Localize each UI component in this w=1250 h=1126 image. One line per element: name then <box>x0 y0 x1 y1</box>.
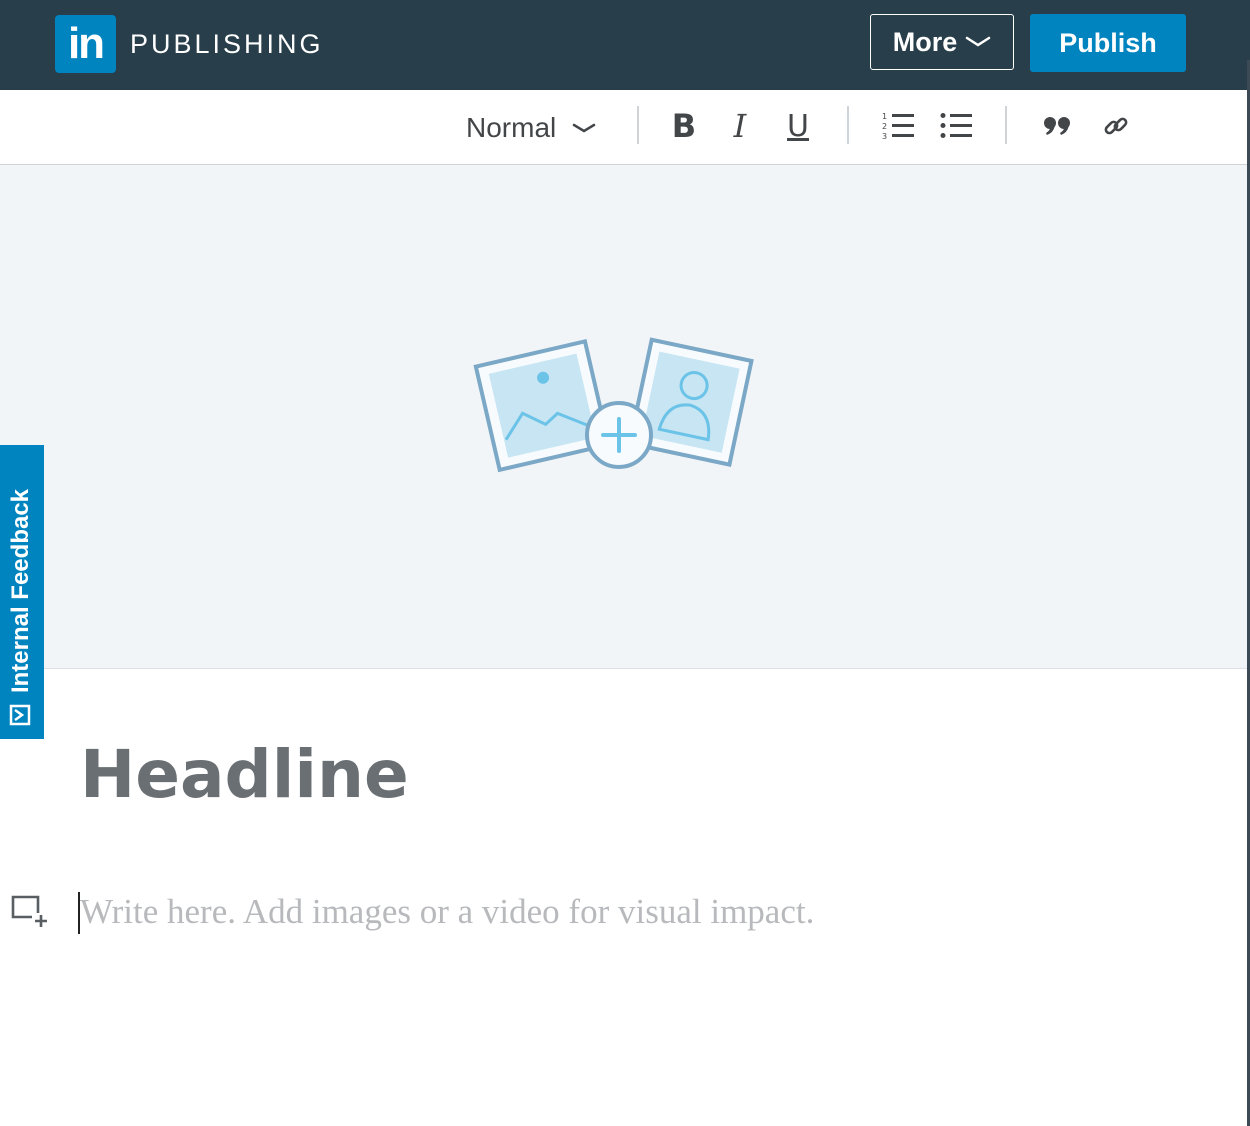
add-image-icon <box>473 337 754 473</box>
quote-icon <box>1044 117 1070 135</box>
top-bar: in PUBLISHING More Publish <box>0 0 1250 90</box>
svg-text:2: 2 <box>882 122 887 131</box>
internal-feedback-tab[interactable]: Internal Feedback <box>0 445 44 739</box>
toolbar-divider <box>847 106 849 144</box>
link-icon <box>1104 117 1128 135</box>
add-media-icon <box>11 895 47 927</box>
toolbar-divider <box>1005 106 1007 144</box>
add-media-button[interactable] <box>10 893 50 934</box>
feedback-icon <box>9 704 31 726</box>
publish-button[interactable]: Publish <box>1030 14 1186 72</box>
quote-button[interactable] <box>1038 106 1078 146</box>
chevron-down-icon <box>966 36 991 47</box>
chevron-down-icon <box>572 123 596 133</box>
bold-button[interactable]: B <box>664 106 704 146</box>
headline-input[interactable]: Headline <box>80 735 409 815</box>
toolbar-divider <box>637 106 639 144</box>
formatting-toolbar: Normal B I U 1 2 3 <box>0 90 1248 165</box>
linkedin-logo[interactable]: in <box>55 15 116 73</box>
brand-title: PUBLISHING <box>130 29 324 59</box>
numbered-list-button[interactable]: 1 2 3 <box>878 106 918 146</box>
bulleted-list-button[interactable] <box>936 106 976 146</box>
article-body-input[interactable]: Write here. Add images or a video for vi… <box>80 890 814 934</box>
more-button[interactable]: More <box>870 14 1014 70</box>
link-button[interactable] <box>1096 106 1136 146</box>
internal-feedback-label: Internal Feedback <box>7 488 34 694</box>
svg-text:1: 1 <box>882 112 887 121</box>
more-button-label: More <box>892 26 958 57</box>
underline-button[interactable]: U <box>778 106 818 146</box>
text-style-value: Normal <box>466 112 557 143</box>
text-style-dropdown[interactable]: Normal <box>466 108 596 148</box>
italic-button[interactable]: I <box>720 106 760 146</box>
numbered-list-icon: 1 2 3 <box>882 112 914 141</box>
bulleted-list-icon <box>940 113 972 138</box>
cover-image-upload[interactable] <box>0 165 1247 669</box>
svg-text:3: 3 <box>882 132 887 141</box>
